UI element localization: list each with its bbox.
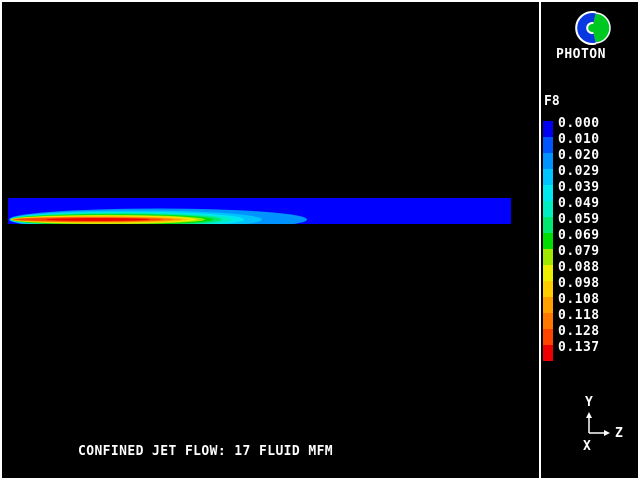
legend-value: 0.059 [558,212,600,227]
axis-x-label: X [583,439,591,454]
legend-value: 0.098 [558,276,600,291]
legend-value: 0.118 [558,308,600,323]
axis-z-label: Z [615,426,623,441]
legend-swatch [543,185,553,201]
legend-variable-label: F8 [544,94,560,109]
legend-row: 0.137 [543,340,633,361]
axis-y-arrowhead [586,412,592,418]
legend-swatch [543,201,553,217]
legend-value: 0.000 [558,116,600,131]
photon-logo-icon [575,11,611,45]
contour-layer [46,218,150,221]
legend-swatch [543,297,553,313]
legend-swatch [543,345,553,361]
photon-viewport: CONFINED JET FLOW: 17 FLUID MFM PHOTON F… [0,0,640,480]
plot-title: CONFINED JET FLOW: 17 FLUID MFM [78,444,334,459]
legend-swatch [543,153,553,169]
legend-value: 0.039 [558,180,600,195]
legend-value: 0.049 [558,196,600,211]
legend-value: 0.079 [558,244,600,259]
legend-swatch [543,281,553,297]
legend-swatch [543,233,553,249]
jet-strip [8,198,511,224]
legend-swatch [543,121,553,137]
axis-y-label: Y [585,395,593,410]
axis-triad-icon: Y Z X [583,395,623,454]
legend-swatch [543,265,553,281]
plume-svg [9,208,307,224]
legend-value: 0.069 [558,228,600,243]
legend-swatch [543,313,553,329]
panel-divider [539,0,541,480]
legend-swatch [543,249,553,265]
legend-value: 0.010 [558,132,600,147]
legend-swatch [543,137,553,153]
legend-value: 0.020 [558,148,600,163]
legend-value: 0.088 [558,260,600,275]
legend-swatch [543,169,553,185]
legend-value: 0.108 [558,292,600,307]
legend-value: 0.128 [558,324,600,339]
legend-swatch [543,329,553,345]
brand-label: PHOTON [556,47,606,62]
legend-swatch [543,217,553,233]
legend-value: 0.137 [558,340,600,355]
legend-value: 0.029 [558,164,600,179]
axis-z-arrowhead [604,430,610,436]
